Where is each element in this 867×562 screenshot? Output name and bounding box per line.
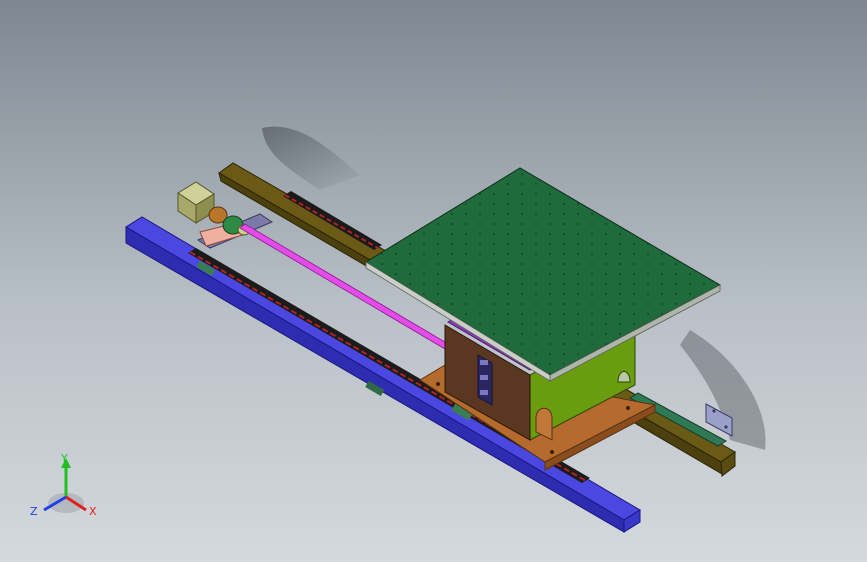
triad-y-label: Y (60, 452, 68, 465)
green-table[interactable] (365, 167, 722, 382)
triad-z-label: Z (30, 505, 38, 518)
triad-x-label: X (89, 505, 97, 518)
stepper-motor[interactable] (177, 181, 215, 224)
graphics-viewport[interactable]: Y X Z (0, 0, 867, 562)
coordinate-triad: Y X Z (30, 452, 97, 518)
model-scene[interactable]: Y X Z (0, 0, 867, 562)
